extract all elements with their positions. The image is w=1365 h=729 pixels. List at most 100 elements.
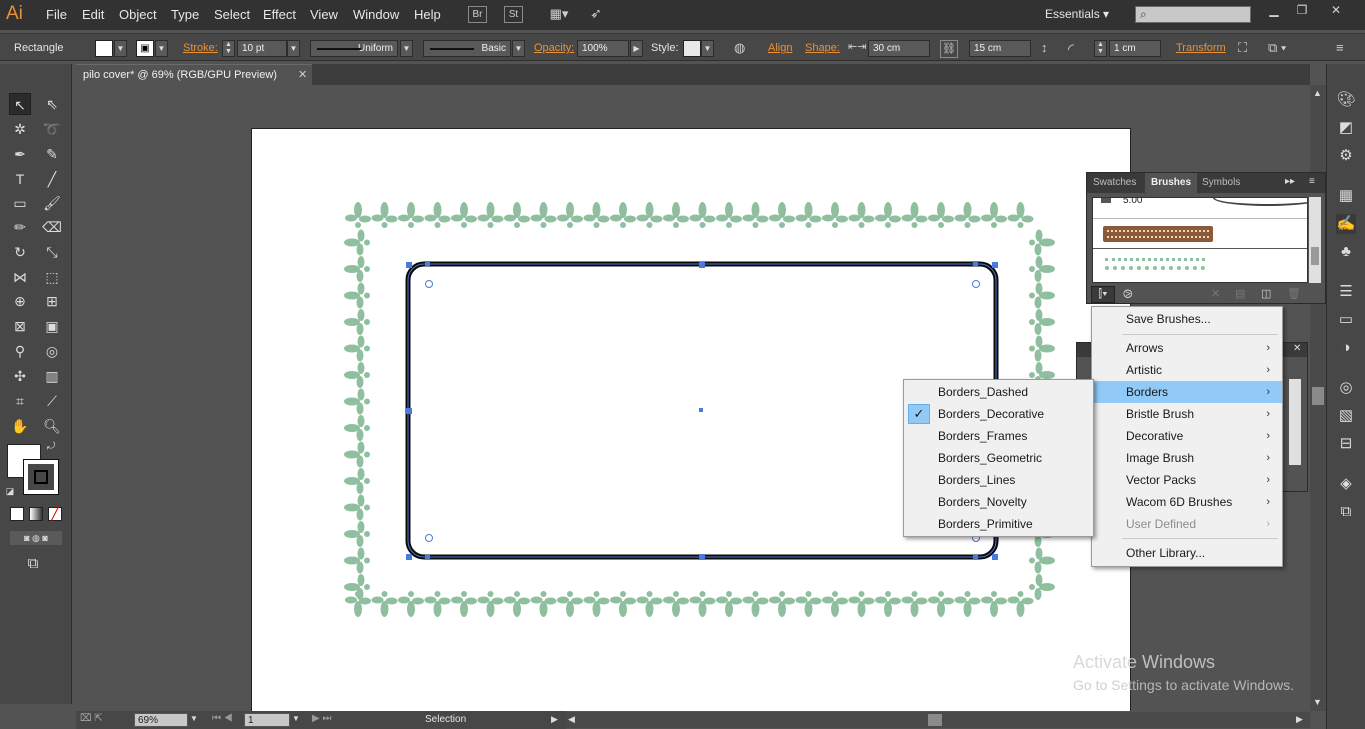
artboard-tool-icon[interactable]: ⌗ xyxy=(9,390,31,412)
mesh-tool-icon[interactable]: ⊠ xyxy=(9,315,31,337)
swap-fill-stroke-icon[interactable]: ⤾ xyxy=(44,440,58,454)
brush-dropdown[interactable]: ▼ xyxy=(512,40,525,57)
panel-close-icon[interactable]: ✕ xyxy=(1293,343,1301,354)
variable-width-profile[interactable]: Uniform xyxy=(310,40,398,57)
drawing-modes-icon[interactable]: ◙ ◍ ◙ xyxy=(10,531,62,545)
line-tool-icon[interactable]: ╱ xyxy=(41,168,63,190)
scroll-down-icon[interactable]: ▼ xyxy=(1313,697,1322,707)
eraser-tool-icon[interactable]: ⌫ xyxy=(41,216,63,238)
color-guide-icon[interactable]: ◩ xyxy=(1336,118,1356,138)
width-tool-icon[interactable]: ⋈ xyxy=(9,266,31,288)
close-window-button[interactable]: ✕ xyxy=(1324,3,1348,19)
isolate-icon[interactable]: ⛶ xyxy=(1238,40,1247,56)
libraries-panel-icon[interactable]: ⧁ xyxy=(1123,287,1133,302)
symbol-sprayer-tool-icon[interactable]: ✣ xyxy=(9,365,31,387)
vertical-scroll-thumb[interactable] xyxy=(1312,387,1324,405)
menu-item-bristle-brush[interactable]: Bristle Brush › xyxy=(1092,403,1282,425)
menu-item-borders[interactable]: Borders › xyxy=(1092,381,1282,403)
profile-dropdown[interactable]: ▼ xyxy=(400,40,413,57)
opacity-label[interactable]: Opacity: xyxy=(534,42,574,54)
rotate-tool-icon[interactable]: ↻ xyxy=(9,241,31,263)
menu-object[interactable]: Object xyxy=(119,7,157,22)
brush-list-scrollbar[interactable] xyxy=(1309,197,1321,283)
submenu-item-borders-decorative[interactable]: ✓ Borders_Decorative xyxy=(904,403,1093,425)
rectangle-tool-icon[interactable]: ▭ xyxy=(9,192,31,214)
minimize-button[interactable]: ▁ xyxy=(1262,3,1286,19)
transparency-panel-icon[interactable]: ◑ xyxy=(1336,338,1356,358)
panel-menu-icon[interactable]: ≡ xyxy=(1309,176,1315,187)
remove-brush-stroke-icon[interactable]: ✕ xyxy=(1211,287,1220,300)
brushes-panel-icon[interactable]: ✍ xyxy=(1336,214,1356,234)
gradient-tool-icon[interactable]: ▣ xyxy=(41,315,63,337)
blend-tool-icon[interactable]: ◎ xyxy=(41,340,63,362)
menu-type[interactable]: Type xyxy=(171,7,199,22)
next-artboard-icon[interactable]: ▶ ⏭ xyxy=(312,713,331,724)
menu-effect[interactable]: Effect xyxy=(263,7,296,22)
corner-radius-field[interactable]: 1 cm xyxy=(1109,40,1161,57)
stroke-swatch[interactable] xyxy=(23,459,59,495)
opacity-field[interactable]: 100% xyxy=(577,40,629,57)
corner-stepper[interactable]: ▲ ▼ xyxy=(1094,40,1107,57)
layers-panel-icon[interactable]: ◈ xyxy=(1336,474,1356,494)
align-label[interactable]: Align xyxy=(768,42,792,54)
menu-item-wacom-6d-brushes[interactable]: Wacom 6D Brushes › xyxy=(1092,491,1282,513)
corner-type-icon[interactable]: ◜ xyxy=(1068,40,1074,58)
stroke-label[interactable]: Stroke: xyxy=(183,42,218,54)
workspace-switcher[interactable]: Essentials ▾ xyxy=(1045,7,1109,21)
new-brush-icon[interactable]: ◫ xyxy=(1261,287,1271,300)
document-tab[interactable]: pilo cover* @ 69% (RGB/GPU Preview) ✕ xyxy=(76,64,312,85)
brush-list[interactable]: 5.00 xyxy=(1092,197,1308,283)
control-bar-menu-icon[interactable]: ≡ xyxy=(1336,40,1344,55)
menu-help[interactable]: Help xyxy=(414,7,441,22)
free-transform-tool-icon[interactable]: ⬚ xyxy=(41,266,63,288)
swatches-panel-icon[interactable]: ▦ xyxy=(1336,186,1356,206)
magic-wand-tool-icon[interactable]: ✲ xyxy=(9,118,31,140)
artboard-number-field[interactable]: 1 xyxy=(244,713,290,727)
menu-select[interactable]: Select xyxy=(214,7,250,22)
screen-mode-icon[interactable]: ⧉ xyxy=(22,553,44,575)
menu-window[interactable]: Window xyxy=(353,7,399,22)
submenu-item-borders-novelty[interactable]: Borders_Novelty xyxy=(904,491,1093,513)
arrange-icon[interactable]: ⧉ ▾ xyxy=(1268,40,1286,56)
gpu-performance-icon[interactable]: ➶ xyxy=(586,6,606,23)
eyedropper-tool-icon[interactable]: ⚲ xyxy=(9,340,31,362)
close-tab-icon[interactable]: ✕ xyxy=(298,68,307,81)
pencil-tool-icon[interactable]: ✏ xyxy=(9,216,31,238)
height-field[interactable]: 15 cm xyxy=(969,40,1031,57)
libraries-icon[interactable]: ⚙ xyxy=(1336,146,1356,166)
menu-edit[interactable]: Edit xyxy=(82,7,104,22)
panel-scrollbar[interactable] xyxy=(1289,379,1301,465)
width-field[interactable]: 30 cm xyxy=(868,40,930,57)
menu-file[interactable]: File xyxy=(46,7,67,22)
graphic-style-swatch[interactable] xyxy=(683,40,701,57)
artboards-panel-icon[interactable]: ⧉ xyxy=(1336,502,1356,522)
zoom-field[interactable]: 69% xyxy=(134,713,188,727)
transform-label[interactable]: Transform xyxy=(1176,42,1226,54)
menu-item-arrows[interactable]: Arrows › xyxy=(1092,337,1282,359)
symbols-panel-icon[interactable]: ♣ xyxy=(1336,242,1356,262)
status-icons[interactable]: ⌧ ⇱ xyxy=(80,713,103,724)
hand-tool-icon[interactable]: ✋ xyxy=(9,415,31,437)
bridge-button[interactable]: Br xyxy=(468,6,487,23)
gradient-panel-icon[interactable]: ▭ xyxy=(1336,310,1356,330)
lasso-tool-icon[interactable]: ➰ xyxy=(41,118,63,140)
graph-tool-icon[interactable]: ▥ xyxy=(41,365,63,387)
search-input[interactable]: ⌕ xyxy=(1135,6,1251,23)
zoom-dropdown-icon[interactable]: ▼ xyxy=(190,714,198,723)
stock-button[interactable]: St xyxy=(504,6,523,23)
tab-brushes[interactable]: Brushes xyxy=(1145,173,1198,193)
submenu-item-borders-primitive[interactable]: Borders_Primitive xyxy=(904,513,1093,535)
menu-item-other-library[interactable]: Other Library... xyxy=(1092,542,1282,564)
fill-dropdown-icon[interactable]: ▼ xyxy=(114,40,127,57)
delete-brush-icon[interactable]: 🗑︎ xyxy=(1287,287,1301,300)
submenu-item-borders-dashed[interactable]: Borders_Dashed xyxy=(904,381,1093,403)
horizontal-scroll-thumb[interactable] xyxy=(928,714,942,726)
scroll-left-icon[interactable]: ◀ xyxy=(568,714,575,725)
panel-collapse-icon[interactable]: ▸▸ xyxy=(1285,176,1295,187)
gradient-mode-icon[interactable] xyxy=(29,507,43,521)
paintbrush-tool-icon[interactable]: 🖌 xyxy=(41,192,63,214)
selection-tool-icon[interactable]: ↖ xyxy=(9,93,31,115)
perspective-grid-tool-icon[interactable]: ⊞ xyxy=(41,290,63,312)
artboard-dropdown-icon[interactable]: ▼ xyxy=(292,714,300,723)
slice-tool-icon[interactable]: ⟋ xyxy=(41,390,63,412)
